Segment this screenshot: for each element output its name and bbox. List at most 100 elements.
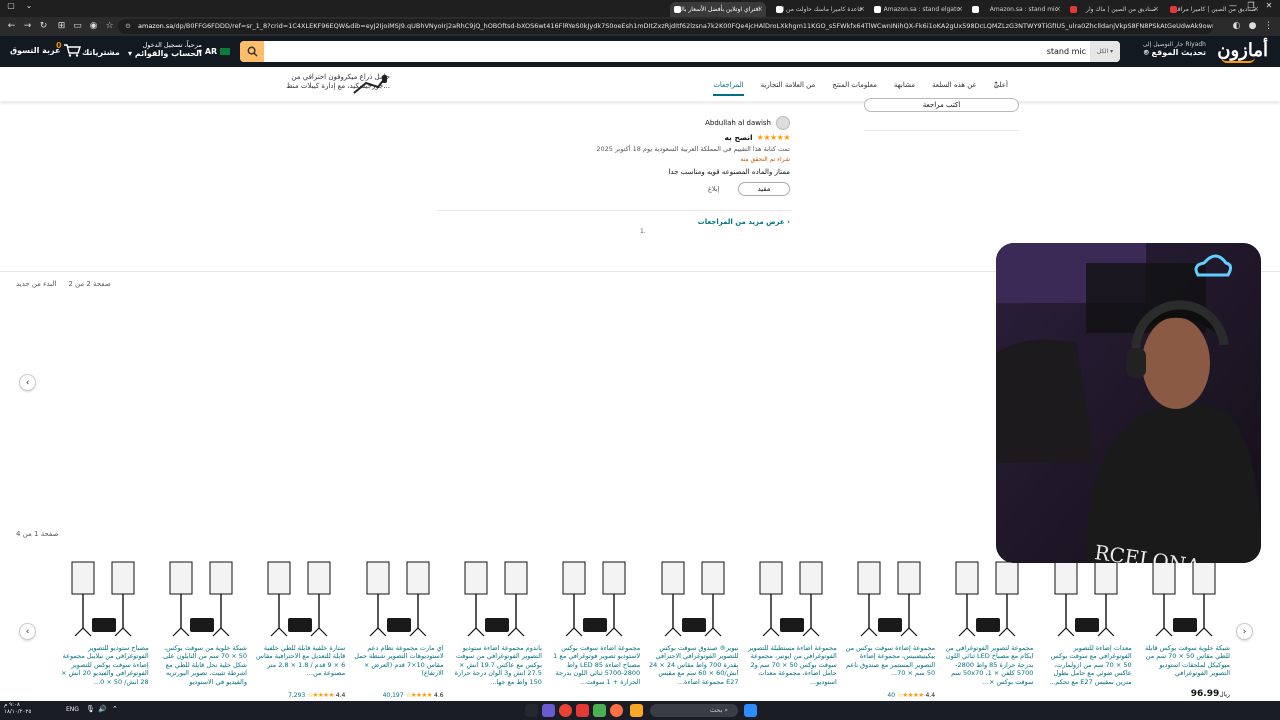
product-title[interactable]: مجموعة إضاءة سوفت بوكس من بيكينيضبيس، مج…	[845, 644, 935, 689]
product-card[interactable]: مجموعة لتصوير الفوتوغرافي من ايكام مع مص…	[943, 556, 1033, 696]
taskbar-clock[interactable]: ٩:٠٨ م ١٨/١٠/٢٠٢٥	[4, 702, 31, 717]
product-card[interactable]: شبكة خلوية سوفت بوكس قابلة للطي مقاس 50 …	[1140, 556, 1230, 699]
product-card[interactable]: مجموعة اضاءة مستطيلة للتصوير الفوتوغرافي…	[747, 556, 837, 696]
tab-close-icon[interactable]: ×	[1153, 5, 1159, 13]
split-view-icon[interactable]: ▭	[70, 19, 85, 34]
app-icon[interactable]	[576, 704, 589, 717]
product-title[interactable]: مجموعة اضاءة سوفت بوكس لاستوديو تصوير فو…	[550, 644, 640, 689]
carousel-next-button[interactable]: ›	[1236, 623, 1253, 640]
product-rating[interactable]: 4.4 ★★★★☆ 7,293	[255, 691, 345, 699]
window-menu-icon[interactable]: ▢	[4, 1, 18, 10]
product-title[interactable]: مصباح ستوديو للتصوير الفوتوغرافي من نيلا…	[59, 644, 149, 689]
tab-close-icon[interactable]: ×	[957, 5, 963, 13]
taskbar-search[interactable]: بحث ⌕	[650, 704, 738, 717]
browser-tab[interactable]: قاعدة كاميرا ماسك حاولت من الـ ×	[772, 2, 868, 17]
product-card[interactable]: ستارة خلفية قابلة للطي خلفية قابلة للتعد…	[255, 556, 345, 699]
product-image[interactable]	[946, 556, 1030, 640]
address-bar[interactable]: ⚙ amazon.sa/dp/B0FFG6FDDD/ref=sr_1_8?cri…	[118, 19, 1213, 34]
subnav-link[interactable]: المراجعات	[713, 81, 744, 96]
firefox-icon[interactable]	[610, 704, 623, 717]
product-card[interactable]: مصباح ستوديو للتصوير الفوتوغرافي من نيلا…	[59, 556, 149, 696]
tab-close-icon[interactable]: ×	[757, 5, 763, 13]
account-menu[interactable]: مرحباً، تسجيل الدخول ▾ الحساب والقوائم	[128, 41, 202, 59]
product-card[interactable]: مجموعة اضاءة سوفت بوكس لاستوديو تصوير فو…	[550, 556, 640, 696]
subnav-link[interactable]: معلومات المنتج	[832, 81, 877, 96]
product-image[interactable]	[62, 556, 146, 640]
product-title[interactable]: مجموعة اضاءة مستطيلة للتصوير الفوتوغرافي…	[747, 644, 837, 689]
review-title[interactable]: انصح به	[724, 133, 752, 142]
more-reviews-link[interactable]: عرض مزيد من المراجعات ›	[698, 218, 790, 226]
restart-link[interactable]: البدء من جديد	[16, 280, 56, 288]
product-card[interactable]: اي مارت مجموعة نظام دعم لاستوديوهات التص…	[354, 556, 444, 699]
browser-menu-icon[interactable]: ⋮	[1261, 19, 1276, 34]
product-rating[interactable]: 4.6 ★★★★☆ 40,197	[354, 691, 444, 699]
subnav-link[interactable]: من العلامة التجارية	[761, 81, 816, 96]
forward-icon[interactable]: →	[20, 19, 35, 34]
carousel-prev-button[interactable]: ‹	[19, 374, 36, 391]
product-image[interactable]	[1143, 556, 1227, 640]
orders-link[interactable]: مشترياتك	[82, 48, 120, 57]
subnav-link[interactable]: مشابهة	[894, 81, 915, 96]
subnav-link[interactable]: عن هذه السلعة	[932, 81, 977, 96]
file-explorer-icon[interactable]	[630, 704, 643, 717]
product-title[interactable]: مجموعة لتصوير الفوتوغرافي من ايكام مع مص…	[943, 644, 1033, 689]
extensions-icon[interactable]: ⊞	[54, 19, 69, 34]
tab-close-icon[interactable]: ×	[1055, 5, 1061, 13]
product-title[interactable]: باندوم مجموعة اضاءة ستوديو التصوير الفوت…	[452, 644, 542, 689]
product-image[interactable]	[455, 556, 539, 640]
mic-tray-icon[interactable]: 🎙	[86, 705, 95, 713]
reviewer[interactable]: Abdullah al dawish	[705, 116, 790, 130]
browser-tab[interactable]: Amazon.sa : stand mic ×	[968, 2, 1064, 17]
product-image[interactable]	[357, 556, 441, 640]
volume-icon[interactable]: 🔊	[98, 705, 107, 713]
search-category-select[interactable]: الكل ▾	[1090, 41, 1120, 62]
product-card[interactable]: معدات إضاءة للتصوير الفوتوغرافي مع سوفت …	[1042, 556, 1132, 696]
app-icon[interactable]	[593, 704, 606, 717]
product-title[interactable]: اي مارت مجموعة نظام دعم لاستوديوهات التص…	[354, 644, 443, 689]
product-card[interactable]: باندوم مجموعة اضاءة ستوديو التصوير الفوت…	[452, 556, 542, 696]
mic-arm-thumbnail-icon[interactable]	[352, 73, 388, 97]
minimize-button[interactable]: —	[1226, 1, 1240, 10]
tab-close-icon[interactable]: ×	[859, 5, 865, 13]
browser-extension-icon[interactable]: ◐	[1229, 19, 1244, 34]
browser-tab[interactable]: افتراي اوتلاين بأفضل الأسعار بالـ ×	[670, 2, 766, 17]
product-image[interactable]	[652, 556, 736, 640]
app-icon[interactable]	[542, 704, 555, 717]
back-icon[interactable]: ←	[4, 19, 19, 34]
search-input[interactable]	[264, 41, 1090, 62]
tabs-icon[interactable]: ◉	[86, 19, 101, 34]
product-card[interactable]: نيوير® صندوق سوفت بوكس للتصوير الفوتوغرا…	[649, 556, 739, 696]
maximize-button[interactable]: ❐	[1244, 1, 1258, 10]
search-button[interactable]	[240, 41, 264, 62]
chrome-icon[interactable]	[559, 704, 572, 717]
profile-icon[interactable]: ●	[1245, 19, 1260, 34]
product-card[interactable]: مجموعة إضاءة سوفت بوكس من بيكينيضبيس، مج…	[845, 556, 935, 699]
language-selector[interactable]: ▾ AR	[198, 47, 231, 56]
report-link[interactable]: إبلاغ	[708, 185, 719, 193]
product-title[interactable]: معدات إضاءة للتصوير الفوتوغرافي مع سوفت …	[1042, 644, 1132, 689]
browser-tab[interactable]: صناديق من الصين | ماك وار ×	[1066, 2, 1162, 17]
tab-search-icon[interactable]: ⌄	[22, 1, 36, 10]
helpful-button[interactable]: مفيد	[738, 182, 790, 196]
product-image[interactable]	[160, 556, 244, 640]
product-image[interactable]	[750, 556, 834, 640]
close-window-button[interactable]: ✕	[1262, 1, 1276, 10]
bookmark-star-icon[interactable]: ☆	[102, 19, 117, 34]
input-language[interactable]: ENG	[66, 706, 79, 713]
widgets-icon[interactable]	[525, 704, 538, 717]
tray-overflow-icon[interactable]: ⌃	[112, 705, 118, 713]
product-image[interactable]	[258, 556, 342, 640]
reload-icon[interactable]: ↻	[36, 19, 51, 34]
product-card[interactable]: شبكة خلوية من سوفت بوكس، 50 × 70 سم من ا…	[157, 556, 247, 696]
product-title[interactable]: ستارة خلفية قابلة للطي خلفية قابلة للتعد…	[255, 644, 345, 689]
product-image[interactable]	[848, 556, 932, 640]
write-review-button[interactable]: اكتب مراجعة	[864, 98, 1019, 112]
product-title[interactable]: شبكة خلوية سوفت بوكس قابلة للطي مقاس 50 …	[1140, 644, 1230, 689]
deliver-to[interactable]: جار التوصيل إلى Riyadh ⌾ تحديث الموقع	[1143, 41, 1206, 57]
arrow-up-icon[interactable]: ⭡	[994, 81, 998, 91]
site-info-icon[interactable]: ⚙	[125, 19, 131, 34]
product-image[interactable]	[1045, 556, 1129, 640]
amazon-logo[interactable]: أمازون	[1217, 40, 1268, 63]
product-title[interactable]: شبكة خلوية من سوفت بوكس، 50 × 70 سم من ا…	[157, 644, 247, 689]
product-image[interactable]	[553, 556, 637, 640]
